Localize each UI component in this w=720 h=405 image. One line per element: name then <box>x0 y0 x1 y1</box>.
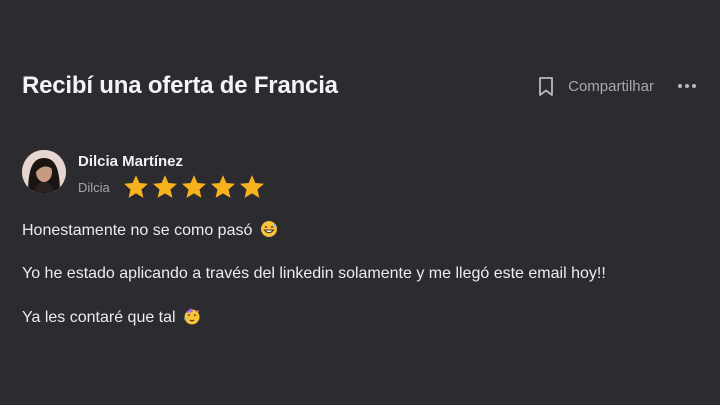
partying-face-emoji <box>183 307 201 325</box>
author-handle: Dilcia <box>78 179 110 195</box>
grinning-sweat-emoji <box>260 220 278 238</box>
post-title: Recibí una oferta de Francia <box>22 72 338 99</box>
author-name[interactable]: Dilcia Martínez <box>78 153 266 170</box>
post-actions: Compartilhar <box>536 75 696 97</box>
paragraph-text: Yo he estado aplicando a través del link… <box>22 265 606 282</box>
star-icon <box>151 173 179 201</box>
star-rating <box>122 173 266 201</box>
post-paragraph: Ya les contaré que tal <box>22 307 702 328</box>
star-icon <box>238 173 266 201</box>
author-meta: Dilcia <box>78 173 266 201</box>
author-info: Dilcia Martínez Dilcia <box>78 150 266 201</box>
star-icon <box>122 173 150 201</box>
star-icon <box>209 173 237 201</box>
post-paragraph: Yo he estado aplicando a través del link… <box>22 264 702 284</box>
bookmark-icon[interactable] <box>536 75 556 97</box>
post-card: Recibí una oferta de Francia Compartilha… <box>0 0 720 405</box>
share-button[interactable]: Compartilhar <box>568 78 654 95</box>
author-block: Dilcia Martínez Dilcia <box>22 150 266 201</box>
paragraph-text: Ya les contaré que tal <box>22 309 176 326</box>
post-header: Recibí una oferta de Francia Compartilha… <box>22 66 696 106</box>
post-body: Honestamente no se como pasó Yo he estad… <box>22 220 702 351</box>
avatar[interactable] <box>22 150 66 194</box>
paragraph-text: Honestamente no se como pasó <box>22 222 253 239</box>
more-options-icon[interactable] <box>678 76 696 96</box>
star-icon <box>180 173 208 201</box>
post-paragraph: Honestamente no se como pasó <box>22 220 702 241</box>
